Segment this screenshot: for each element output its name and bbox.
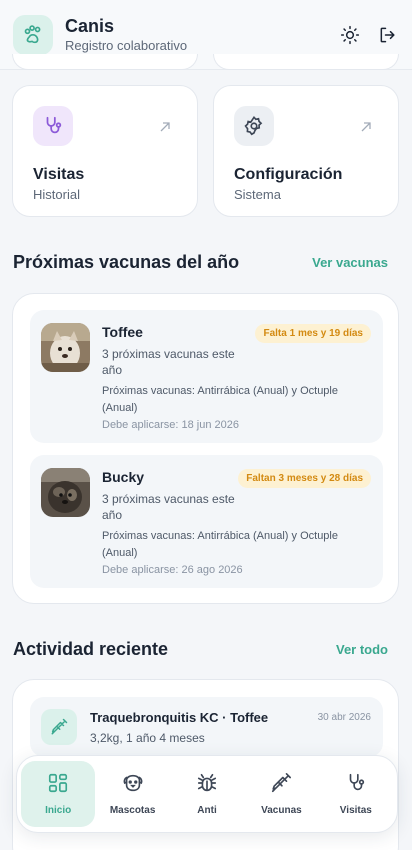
arrow-up-right-icon — [159, 120, 171, 138]
tile-configuracion[interactable]: Configuración Sistema — [213, 85, 399, 217]
activity-section-header: Actividad reciente Ver todo — [13, 639, 388, 660]
see-all-link[interactable]: Ver todo — [336, 642, 388, 657]
vaccines-section-header: Próximas vacunas del año Ver vacunas — [13, 252, 388, 273]
stethoscope-icon — [33, 106, 73, 146]
next-vaccines: Próximas vacunas: Antirrábica (Anual) y … — [102, 530, 338, 559]
dog-icon — [122, 772, 144, 799]
pet-photo-bucky — [41, 468, 90, 517]
nav-item-anti[interactable]: Anti — [170, 761, 244, 827]
section-title: Actividad reciente — [13, 639, 169, 659]
nav-item-vacunas[interactable]: Vacunas — [244, 761, 318, 827]
nav-item-visitas[interactable]: Visitas — [319, 761, 393, 827]
syringe-icon — [41, 709, 77, 745]
pet-photo-toffee — [41, 323, 90, 372]
due-date: Debe aplicarse: 18 jun 2026 — [102, 419, 239, 431]
sun-icon[interactable] — [339, 24, 361, 46]
time-remaining-badge: Falta 1 mes y 19 días — [255, 324, 371, 343]
activity-title: Traquebronquitis KC · Toffee — [90, 710, 269, 725]
tile-subtitle: Sistema — [234, 187, 281, 202]
see-vaccines-link[interactable]: Ver vacunas — [312, 255, 388, 270]
scrolled-card-top-left — [12, 54, 198, 70]
vaccine-count: 3 próximas vacunas este año — [102, 347, 235, 377]
pet-name: Toffee — [102, 324, 143, 340]
app-subtitle: Registro colaborativo — [65, 38, 188, 53]
vaccines-panel: Toffee Falta 1 mes y 19 días 3 próximas … — [12, 293, 399, 604]
vaccine-item[interactable]: Toffee Falta 1 mes y 19 días 3 próximas … — [30, 310, 383, 443]
nav-label: Mascotas — [109, 805, 156, 816]
app-title: Canis — [65, 16, 115, 36]
due-date: Debe aplicarse: 26 ago 2026 — [102, 564, 243, 576]
nav-label: Visitas — [339, 805, 372, 816]
stethoscope-icon — [345, 772, 367, 799]
activity-subtitle: 3,2kg, 1 año 4 meses — [90, 731, 205, 745]
pet-name: Bucky — [102, 469, 145, 485]
activity-item[interactable]: Traquebronquitis KC · Toffee 3,2kg, 1 añ… — [30, 697, 383, 757]
syringe-icon — [270, 772, 292, 799]
activity-date: 30 abr 2026 — [317, 712, 371, 723]
bug-icon — [196, 772, 218, 799]
time-remaining-badge: Faltan 3 meses y 28 días — [238, 469, 371, 488]
next-vaccines: Próximas vacunas: Antirrábica (Anual) y … — [102, 385, 338, 414]
scrolled-card-top-right — [213, 54, 399, 70]
paw-icon — [13, 14, 53, 55]
nav-label: Inicio — [45, 805, 72, 816]
section-title: Próximas vacunas del año — [13, 252, 240, 272]
vaccine-item[interactable]: Bucky Faltan 3 meses y 28 días 3 próxima… — [30, 455, 383, 588]
tile-title: Visitas — [33, 166, 85, 183]
vaccine-count: 3 próximas vacunas este año — [102, 492, 235, 522]
nav-label: Vacunas — [261, 805, 302, 816]
tile-title: Configuración — [234, 166, 343, 183]
nav-label: Anti — [197, 805, 217, 816]
bottom-navigation: Inicio Mascotas Anti Vacunas Visitas — [16, 755, 398, 833]
home-grid-icon — [47, 772, 69, 799]
nav-item-inicio[interactable]: Inicio — [21, 761, 96, 827]
tile-visitas[interactable]: Visitas Historial — [12, 85, 198, 217]
arrow-up-right-icon — [360, 120, 372, 138]
nav-item-mascotas[interactable]: Mascotas — [95, 761, 169, 827]
gear-icon — [234, 106, 274, 146]
logout-icon[interactable] — [377, 24, 399, 46]
tile-subtitle: Historial — [33, 187, 80, 202]
